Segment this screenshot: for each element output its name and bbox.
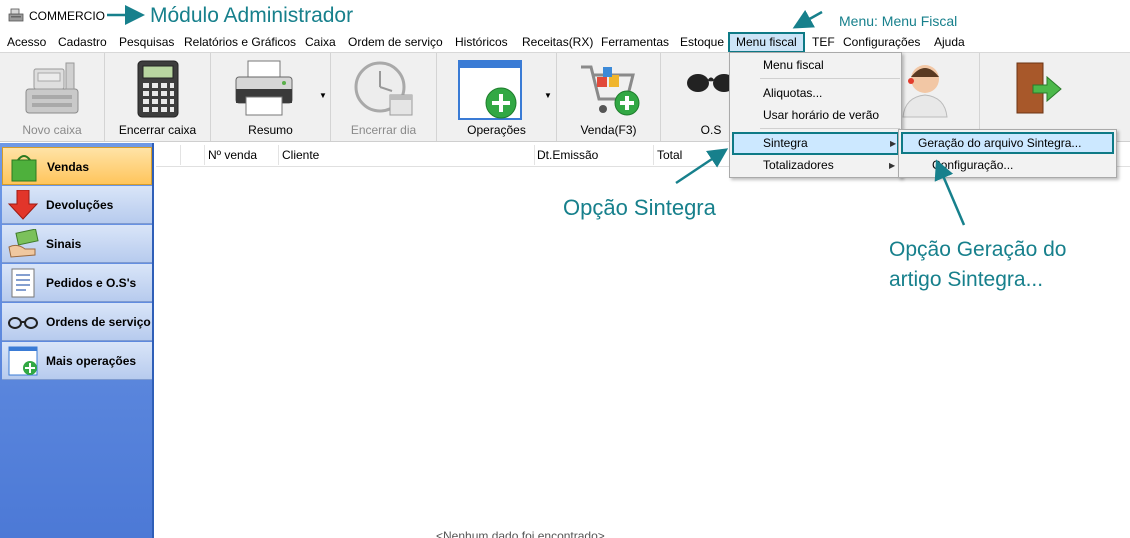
column-numero-venda[interactable]: Nº venda (208, 148, 257, 162)
column-dt-emissao[interactable]: Dt.Emissão (537, 148, 598, 162)
menu-fiscal[interactable]: Menu fiscal (728, 32, 805, 53)
encerrar-dia-label: Encerrar dia (350, 123, 417, 137)
column-separator (278, 145, 279, 165)
window-title: COMMERCIO (29, 9, 105, 23)
sintegra-submenu: Geração do arquivo Sintegra... Configura… (898, 129, 1117, 178)
menu-item-menu-fiscal[interactable]: Menu fiscal (763, 58, 824, 72)
encerrar-caixa-button[interactable]: Encerrar caixa (105, 53, 211, 141)
column-separator (204, 145, 205, 165)
menu-item-configuracao[interactable]: Configuração... (932, 158, 1013, 172)
menu-separator (760, 128, 900, 129)
submenu-arrow-icon: ▶ (889, 161, 896, 170)
menu-estoque[interactable]: Estoque (680, 34, 724, 52)
menu-item-sintegra-label: Sintegra (763, 136, 808, 150)
menu-historicos[interactable]: Históricos (455, 34, 508, 52)
sidebar-item-pedidos[interactable]: Pedidos e O.S's (2, 264, 152, 302)
menu-item-geracao-sintegra-label: Geração do arquivo Sintegra... (918, 136, 1082, 150)
menu-item-geracao-sintegra[interactable]: Geração do arquivo Sintegra... (901, 132, 1114, 154)
venda-label: Venda(F3) (580, 123, 637, 137)
cash-register-icon (8, 8, 24, 22)
encerrar-caixa-label: Encerrar caixa (118, 123, 197, 137)
novo-caixa-button[interactable]: Novo caixa (0, 53, 105, 141)
menu-item-sintegra[interactable]: Sintegra ▶ (732, 132, 899, 155)
support-agent-icon (901, 65, 948, 118)
sidebar-item-sinais[interactable]: Sinais (2, 225, 152, 263)
add-window-icon (8, 346, 38, 376)
annotation-opcao-sintegra: Opção Sintegra (563, 195, 716, 220)
encerrar-dia-button[interactable]: Encerrar dia (331, 53, 437, 141)
sidebar-label: Ordens de serviço (46, 315, 151, 329)
menu-tef[interactable]: TEF (812, 34, 835, 52)
submenu-arrow-icon: ▶ (890, 139, 897, 148)
exit-door-icon (1016, 62, 1062, 114)
annotation-modulo: Módulo Administrador (150, 4, 354, 27)
sidebar-label: Pedidos e O.S's (46, 276, 137, 290)
cash-register-icon (25, 62, 79, 114)
menu-bar: Acesso Cadastro Pesquisas Relatórios e G… (0, 32, 1130, 53)
menu-item-horario-verao[interactable]: Usar horário de verão (763, 108, 879, 122)
empty-message: <Nenhum dado foi encontrado> (436, 529, 605, 538)
glasses-icon (8, 317, 38, 329)
sidebar-item-ordens-servico[interactable]: Ordens de serviço (2, 303, 152, 341)
menu-acesso[interactable]: Acesso (7, 34, 46, 52)
resumo-button[interactable]: ▼ Resumo (211, 53, 331, 141)
sidebar-label: Sinais (46, 237, 82, 251)
sidebar-label: Devoluções (46, 198, 114, 212)
column-cliente[interactable]: Cliente (282, 148, 319, 162)
arrow-down-icon (7, 190, 39, 220)
menu-ordem-servico[interactable]: Ordem de serviço (348, 34, 443, 52)
novo-caixa-label: Novo caixa (22, 123, 82, 137)
os-button[interactable]: O.S (661, 53, 735, 141)
money-hand-icon (8, 229, 39, 258)
document-icon (11, 268, 35, 298)
menu-ajuda[interactable]: Ajuda (934, 34, 965, 52)
column-total[interactable]: Total (657, 148, 682, 162)
resumo-dropdown-icon[interactable]: ▼ (319, 91, 327, 100)
menu-pesquisas[interactable]: Pesquisas (119, 34, 174, 52)
operacoes-dropdown-icon[interactable]: ▼ (544, 91, 552, 100)
printer-icon (235, 60, 293, 116)
add-window-icon (458, 60, 522, 120)
sair-button[interactable] (980, 53, 1090, 141)
sidebar-label: Vendas (47, 160, 90, 174)
clock-calendar-icon (354, 61, 412, 116)
operacoes-label: Operações (467, 123, 526, 137)
column-separator (653, 145, 654, 165)
menu-cadastro[interactable]: Cadastro (58, 34, 107, 52)
resumo-label: Resumo (248, 123, 293, 137)
menu-receitas[interactable]: Receitas(RX) (522, 34, 593, 52)
column-separator (534, 145, 535, 165)
shopping-cart-icon (580, 65, 639, 116)
menu-caixa[interactable]: Caixa (305, 34, 336, 52)
sidebar: Vendas Devoluções Sinais Pedidos e O.S's (0, 143, 154, 538)
menu-ferramentas[interactable]: Ferramentas (601, 34, 669, 52)
menu-item-aliquotas[interactable]: Aliquotas... (763, 86, 822, 100)
sidebar-item-devolucoes[interactable]: Devoluções (2, 186, 152, 224)
sidebar-item-vendas[interactable]: Vendas (2, 147, 152, 185)
menu-relatorios[interactable]: Relatórios e Gráficos (184, 34, 296, 52)
annotation-opcao-geracao-line1: Opção Geração do (889, 238, 1067, 261)
venda-button[interactable]: Venda(F3) (557, 53, 661, 141)
calculator-icon (137, 60, 178, 118)
sidebar-label: Mais operações (46, 354, 137, 368)
annotation-opcao-geracao-line2: artigo Sintegra... (889, 268, 1044, 291)
column-separator (180, 145, 181, 165)
menu-fiscal-dropdown: Menu fiscal Aliquotas... Usar horário de… (729, 52, 902, 178)
menu-separator (760, 78, 900, 79)
operacoes-button[interactable]: ▼ Operações (437, 53, 557, 141)
sidebar-item-mais-operacoes[interactable]: Mais operações (2, 342, 152, 380)
annotation-menu: Menu: Menu Fiscal (839, 13, 958, 29)
menu-item-totalizadores[interactable]: Totalizadores (763, 158, 834, 172)
shopping-bag-icon (11, 155, 37, 182)
menu-configuracoes[interactable]: Configurações (843, 34, 920, 52)
